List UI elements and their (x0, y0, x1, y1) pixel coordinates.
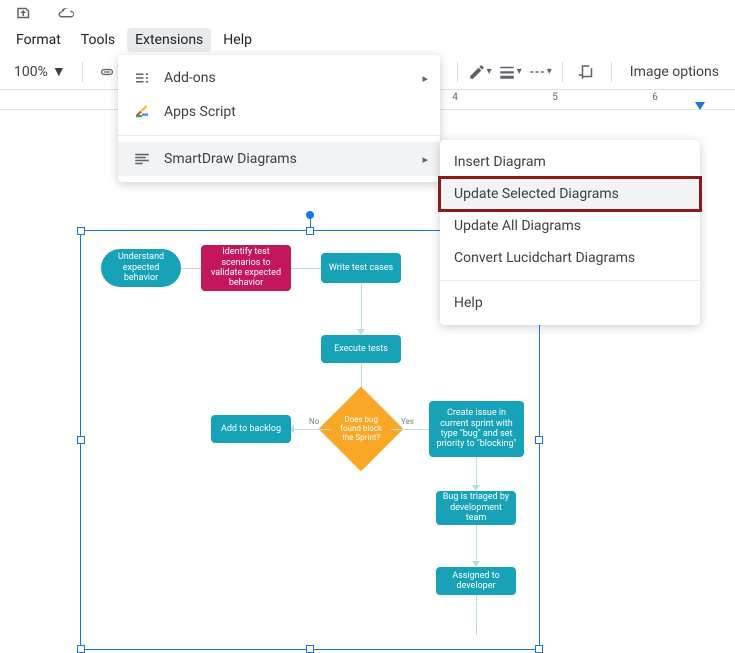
cloud-saved-icon[interactable] (52, 0, 80, 27)
chevron-down-icon: ▾ (517, 66, 522, 77)
submenu-convert-lucidchart[interactable]: Convert Lucidchart Diagrams (440, 242, 700, 274)
resize-handle[interactable] (77, 436, 85, 444)
flow-node-triaged: Bug is triaged by development team (436, 491, 516, 525)
submenu-update-selected[interactable]: Update Selected Diagrams (440, 178, 700, 210)
menubar: Format Tools Extensions Help (0, 26, 735, 54)
menu-format[interactable]: Format (8, 28, 69, 52)
menu-item-addons[interactable]: Add-ons ▸ (118, 61, 440, 95)
image-options-button[interactable]: Image options (622, 64, 727, 80)
ruler-indent-marker[interactable] (695, 102, 705, 110)
crop-button[interactable] (573, 58, 601, 86)
resize-handle[interactable] (77, 645, 85, 653)
border-color-button[interactable]: ▾ (468, 63, 492, 81)
menu-item-label: Update Selected Diagrams (454, 186, 619, 202)
resize-handle[interactable] (535, 645, 543, 653)
chevron-right-icon: ▸ (422, 72, 428, 85)
ruler-number: 5 (552, 92, 558, 103)
menu-item-apps-script[interactable]: Apps Script (118, 95, 440, 129)
flow-label-no: No (309, 417, 319, 426)
menu-item-label: Insert Diagram (454, 154, 546, 170)
flow-node-understand: Understand expected behavior (101, 249, 181, 287)
menu-extensions[interactable]: Extensions (127, 28, 211, 52)
smartdraw-icon (132, 150, 152, 168)
chevron-down-icon: ▾ (487, 66, 492, 77)
submenu-help[interactable]: Help (440, 287, 700, 319)
submenu-update-all[interactable]: Update All Diagrams (440, 210, 700, 242)
zoom-value: 100% (14, 64, 48, 80)
menu-item-label: Help (454, 295, 483, 311)
zoom-select[interactable]: 100% ▼ (8, 61, 72, 82)
menu-tools[interactable]: Tools (73, 28, 123, 52)
flow-node-assigned: Assigned to developer (436, 567, 516, 595)
resize-handle[interactable] (306, 227, 314, 235)
chevron-down-icon: ▾ (547, 66, 552, 77)
flow-node-create-issue: Create issue in current sprint with type… (429, 401, 524, 457)
border-dash-button[interactable]: ▾ (528, 63, 552, 81)
smartdraw-submenu: Insert Diagram Update Selected Diagrams … (440, 140, 700, 325)
extensions-menu: Add-ons ▸ Apps Script SmartDraw Diagrams… (118, 55, 440, 182)
menu-item-label: SmartDraw Diagrams (164, 151, 297, 167)
resize-handle[interactable] (535, 436, 543, 444)
rotate-handle[interactable] (306, 211, 314, 219)
flow-node-execute: Execute tests (321, 335, 401, 363)
addons-icon (132, 69, 152, 87)
menu-item-label: Update All Diagrams (454, 218, 581, 234)
border-weight-button[interactable]: ▾ (498, 63, 522, 81)
resize-handle[interactable] (77, 227, 85, 235)
menu-help[interactable]: Help (215, 28, 260, 52)
insert-link-button[interactable] (93, 58, 121, 86)
chevron-right-icon: ▸ (422, 153, 428, 166)
menu-item-label: Apps Script (164, 104, 236, 120)
ruler-number: 6 (652, 92, 658, 103)
apps-script-icon (132, 103, 152, 121)
flow-node-identify: Identify test scenarios to validate expe… (201, 245, 291, 291)
chevron-down-icon: ▼ (52, 63, 66, 80)
resize-handle[interactable] (306, 645, 314, 653)
menu-item-label: Add-ons (164, 70, 216, 86)
share-icon[interactable] (10, 0, 38, 27)
flow-node-backlog: Add to backlog (211, 415, 291, 443)
ruler-number: 4 (452, 92, 458, 103)
menu-item-label: Convert Lucidchart Diagrams (454, 250, 635, 266)
menu-item-smartdraw[interactable]: SmartDraw Diagrams ▸ (118, 142, 440, 176)
flow-node-write: Write test cases (321, 253, 401, 283)
flow-label-yes: Yes (401, 417, 414, 426)
submenu-insert-diagram[interactable]: Insert Diagram (440, 146, 700, 178)
